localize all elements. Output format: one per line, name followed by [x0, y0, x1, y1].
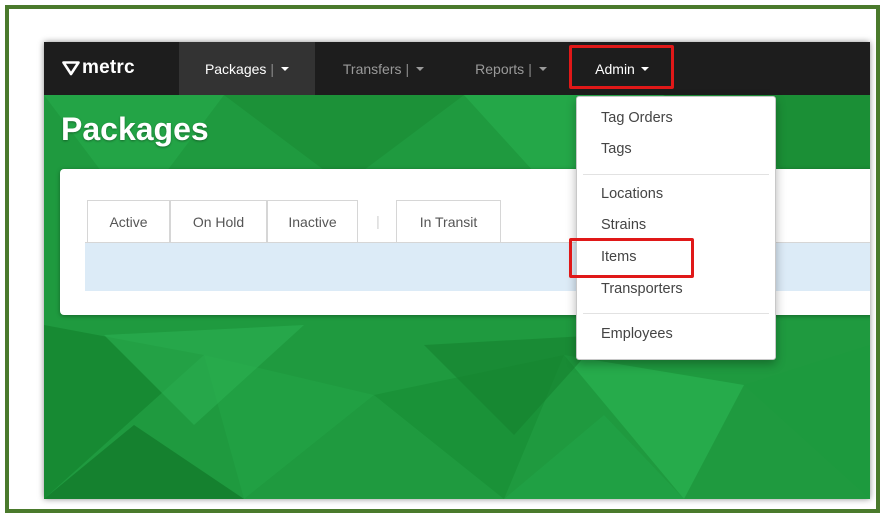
menu-item-transporters[interactable]: Transporters	[601, 281, 683, 297]
nav-reports[interactable]: Reports |	[458, 42, 564, 95]
admin-dropdown-menu: Tag Orders Tags Locations Strains Items …	[576, 96, 776, 360]
nav-packages[interactable]: Packages |	[179, 42, 315, 95]
menu-item-tags[interactable]: Tags	[601, 141, 632, 157]
logo-text: metrc	[82, 57, 135, 78]
nav-transfers-label: Transfers	[342, 60, 402, 77]
caret-down-icon	[416, 66, 425, 71]
nav-packages-separator: |	[270, 60, 275, 77]
page-title: Packages	[61, 111, 209, 147]
metrc-logo-icon	[62, 61, 80, 76]
nav-reports-separator: |	[528, 60, 532, 77]
top-navbar: metrc Packages | Transfers | Reports | A…	[44, 42, 870, 95]
admin-highlight-box	[569, 45, 674, 89]
tab-in-transit[interactable]: In Transit	[396, 200, 501, 242]
menu-divider	[583, 313, 769, 314]
nav-reports-label: Reports	[475, 60, 525, 77]
nav-transfers[interactable]: Transfers |	[326, 42, 441, 95]
menu-divider	[583, 174, 769, 175]
menu-item-locations[interactable]: Locations	[601, 186, 663, 202]
menu-item-strains[interactable]: Strains	[601, 217, 646, 233]
tab-inactive[interactable]: Inactive	[267, 200, 358, 242]
tab-on-hold[interactable]: On Hold	[170, 200, 267, 242]
caret-down-icon	[281, 66, 290, 71]
metrc-logo[interactable]: metrc	[62, 56, 135, 80]
nav-packages-label: Packages	[204, 60, 267, 77]
tab-separator: |	[376, 213, 380, 229]
items-highlight-box	[569, 238, 694, 278]
caret-down-icon	[538, 66, 547, 71]
app-window: metrc Packages | Transfers | Reports | A…	[44, 42, 870, 499]
screenshot-frame: metrc Packages | Transfers | Reports | A…	[5, 5, 880, 513]
menu-item-employees[interactable]: Employees	[601, 326, 673, 342]
tab-active[interactable]: Active	[87, 200, 170, 242]
nav-transfers-separator: |	[405, 60, 410, 77]
menu-item-tag-orders[interactable]: Tag Orders	[601, 110, 673, 126]
